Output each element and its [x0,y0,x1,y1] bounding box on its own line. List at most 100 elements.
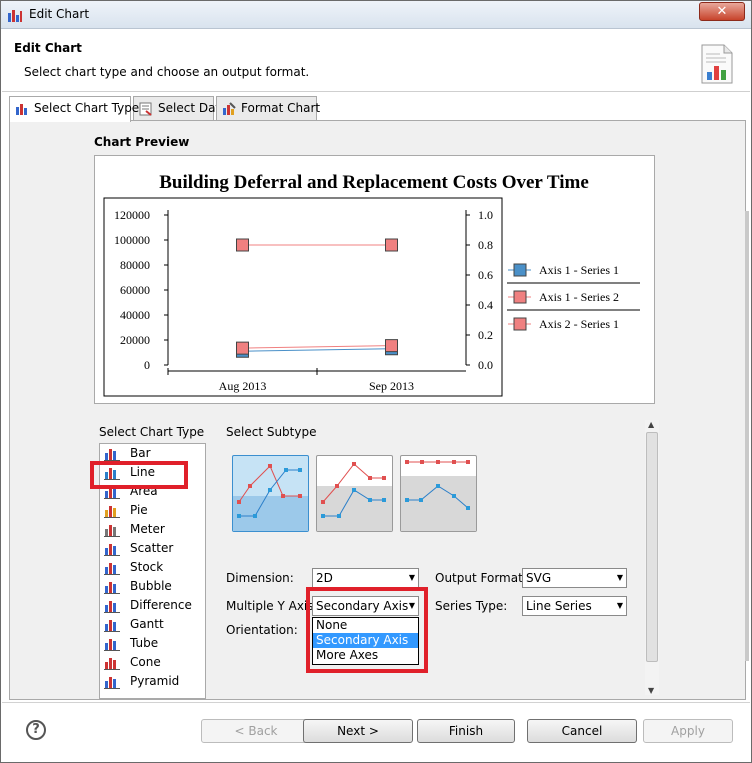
output-format-select[interactable]: SVG ▼ [522,568,627,588]
legend-marker-3 [513,317,527,331]
apply-button[interactable]: Apply [643,719,733,743]
chart-type-label-text: Bar [130,446,151,460]
series-type-select[interactable]: Line Series ▼ [522,596,627,616]
left-tick-label: 120000 [114,208,150,222]
legend-label-3: Axis 2 - Series 1 [539,317,619,331]
bar-chart-icon [16,104,27,115]
dimension-select[interactable]: 2D ▼ [312,568,419,588]
chart-type-label-text: Pyramid [130,674,180,688]
tab-label: Format Chart [241,101,321,115]
data-point-3-1 [236,238,249,252]
data-icon [139,102,152,116]
subtype-thumb-3[interactable] [400,455,477,532]
scatter-chart-icon [104,544,120,556]
options-scrollbar[interactable]: ▲ ▼ [645,420,659,695]
series-type-value: Line Series [526,599,592,613]
help-icon[interactable]: ? [26,720,46,740]
series-line-1 [242,348,392,352]
chart-type-label: Select Chart Type [99,425,205,439]
tab-select-chart-type[interactable]: Select Chart Type [9,96,139,122]
next-button[interactable]: Next > [303,719,413,743]
chart-type-cone[interactable]: Cone [100,653,205,672]
right-tick-label: 1.0 [478,208,493,222]
scroll-up-icon[interactable]: ▲ [648,420,654,429]
back-button[interactable]: < Back [201,719,311,743]
legend-marker-1 [513,263,527,277]
subtype-thumb-2[interactable] [316,455,393,532]
meter-chart-icon [104,525,120,537]
chart-type-label-text: Pie [130,503,148,517]
right-tick-label: 0.0 [478,358,493,372]
close-button[interactable]: ✕ [699,2,745,21]
output-format-label: Output Format: [435,571,527,585]
left-tick-label: 100000 [114,233,150,247]
left-tick-label: 80000 [120,258,150,272]
format-chart-icon [223,102,236,115]
data-point-2-2 [385,339,398,353]
x-tick-label: Aug 2013 [219,379,267,393]
chart-type-difference[interactable]: Difference [100,596,205,615]
right-tick-label: 0.2 [478,328,493,342]
dimension-label: Dimension: [226,571,294,585]
chart-type-meter[interactable]: Meter [100,520,205,539]
bubble-chart-icon [104,582,120,594]
pyramid-chart-icon [104,677,120,689]
gantt-chart-icon [104,620,120,632]
tab-label: Select Chart Type [34,101,140,115]
legend-label-2: Axis 1 - Series 2 [539,290,619,304]
tab-format-chart[interactable]: Format Chart [216,96,321,120]
chart-title: Building Deferral and Replacement Costs … [159,172,589,193]
dropdown-arrow-icon: ▼ [616,573,623,582]
header-description: Select chart type and choose an output f… [24,65,310,79]
output-format-value: SVG [526,571,552,585]
chart-wizard-icon [701,44,733,84]
orientation-label: Orientation: [226,623,298,637]
chart-type-label-text: Gantt [130,617,164,631]
subtype-thumb-1[interactable] [232,455,309,532]
stock-chart-icon [104,563,120,575]
title-bar: Edit Chart ✕ [1,1,751,29]
chart-type-label-text: Bubble [130,579,172,593]
difference-chart-icon [104,601,120,613]
chart-type-scatter[interactable]: Scatter [100,539,205,558]
chart-type-gantt[interactable]: Gantt [100,615,205,634]
footer-divider [2,702,750,703]
window-scrollbar[interactable] [745,211,749,661]
series-type-label: Series Type: [435,599,508,613]
x-tick-label: Sep 2013 [369,379,414,393]
tab-select-data[interactable]: Select Data [133,96,228,120]
chart-type-bubble[interactable]: Bubble [100,577,205,596]
scroll-thumb[interactable] [646,432,658,662]
right-tick-label: 0.8 [478,238,493,252]
chart-legend: Axis 1 - Series 1 Axis 1 - Series 2 Axis 2… [507,263,640,331]
chart-type-label-text: Scatter [130,541,174,555]
chart-type-pie[interactable]: Pie [100,501,205,520]
chart-type-pyramid[interactable]: Pyramid [100,672,205,691]
dialog-header: Edit Chart Select chart type and choose … [2,30,750,92]
chart-type-label-text: Difference [130,598,192,612]
scroll-down-icon[interactable]: ▼ [648,686,654,695]
dimension-value: 2D [316,571,333,585]
legend-label-1: Axis 1 - Series 1 [539,263,619,277]
right-tick-label: 0.4 [478,298,493,312]
chart-preview-label: Chart Preview [94,135,190,149]
cancel-button[interactable]: Cancel [527,719,637,743]
pie-chart-icon [104,506,120,518]
finish-button[interactable]: Finish [417,719,515,743]
right-tick-label: 0.6 [478,268,493,282]
highlight-box-line [90,461,188,489]
subtype-label: Select Subtype [226,425,317,439]
window-title: Edit Chart [29,7,90,21]
header-title: Edit Chart [14,41,82,55]
chart-preview: Building Deferral and Replacement Costs … [94,155,655,404]
chart-type-label-text: Meter [130,522,165,536]
legend-marker-2 [513,290,527,304]
dropdown-arrow-icon: ▼ [408,573,415,582]
chart-type-tube[interactable]: Tube [100,634,205,653]
left-tick-label: 20000 [120,333,150,347]
highlight-box-dropdown [306,587,428,673]
edit-chart-window: Edit Chart ✕ Edit Chart Select chart typ… [0,0,752,763]
chart-type-stock[interactable]: Stock [100,558,205,577]
data-point-2-1 [236,341,249,355]
line-subtype-icon [233,464,308,531]
